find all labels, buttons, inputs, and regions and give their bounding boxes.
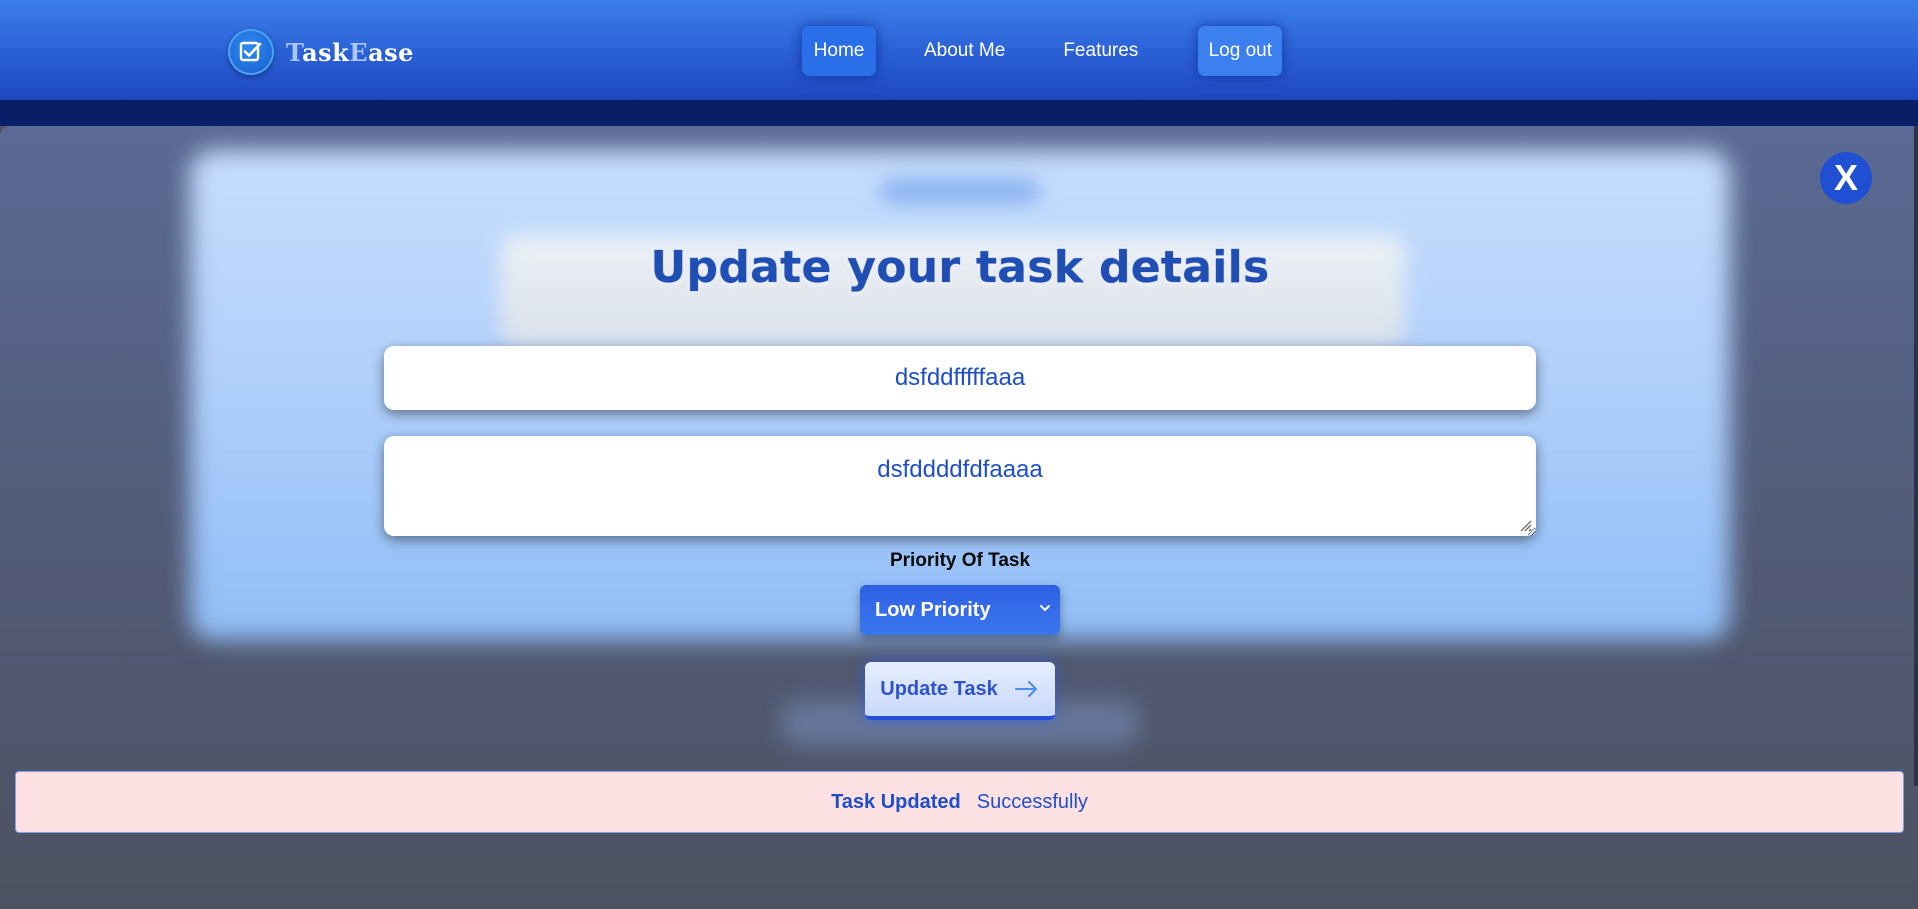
brand[interactable]: TaskEase [228, 29, 414, 75]
checkbox-icon [228, 29, 274, 75]
alert-text: Successfully [976, 790, 1088, 813]
nav-links: Home About Me Features Log out [802, 26, 1283, 76]
alert-strong-text: Task Updated [831, 790, 961, 813]
top-navbar: TaskEase Home About Me Features Log out [0, 0, 1918, 126]
brand-name: TaskEase [286, 38, 414, 67]
nav-home[interactable]: Home [802, 26, 876, 76]
task-title-input[interactable] [384, 346, 1536, 410]
priority-label: Priority Of Task [889, 550, 1031, 571]
brand-text-2: ase [368, 37, 414, 67]
nav-features[interactable]: Features [1053, 26, 1148, 76]
nav-about-me[interactable]: About Me [914, 26, 1015, 76]
logout-button[interactable]: Log out [1198, 26, 1283, 76]
chevron-down-icon [1040, 605, 1050, 611]
blurred-background-pill [880, 178, 1040, 204]
brand-text-1: ask [302, 37, 350, 67]
brand-letter-t: T [286, 37, 303, 67]
close-modal-button[interactable]: X [1820, 152, 1872, 204]
scrollbar[interactable] [1914, 126, 1918, 786]
priority-select[interactable]: Low Priority [860, 585, 1060, 635]
success-alert: Task Updated Successfully [15, 771, 1904, 833]
priority-selected-value: Low Priority [875, 598, 991, 621]
update-task-button[interactable]: Update Task [865, 662, 1055, 720]
brand-letter-e: E [349, 37, 369, 67]
arrow-right-icon [1014, 681, 1037, 697]
resize-grip-icon[interactable] [1518, 518, 1532, 532]
task-description-textarea[interactable]: dsfddddfdfaaaa [384, 436, 1536, 536]
update-task-label: Update Task [880, 677, 998, 700]
modal-title: Update your task details [650, 242, 1270, 293]
